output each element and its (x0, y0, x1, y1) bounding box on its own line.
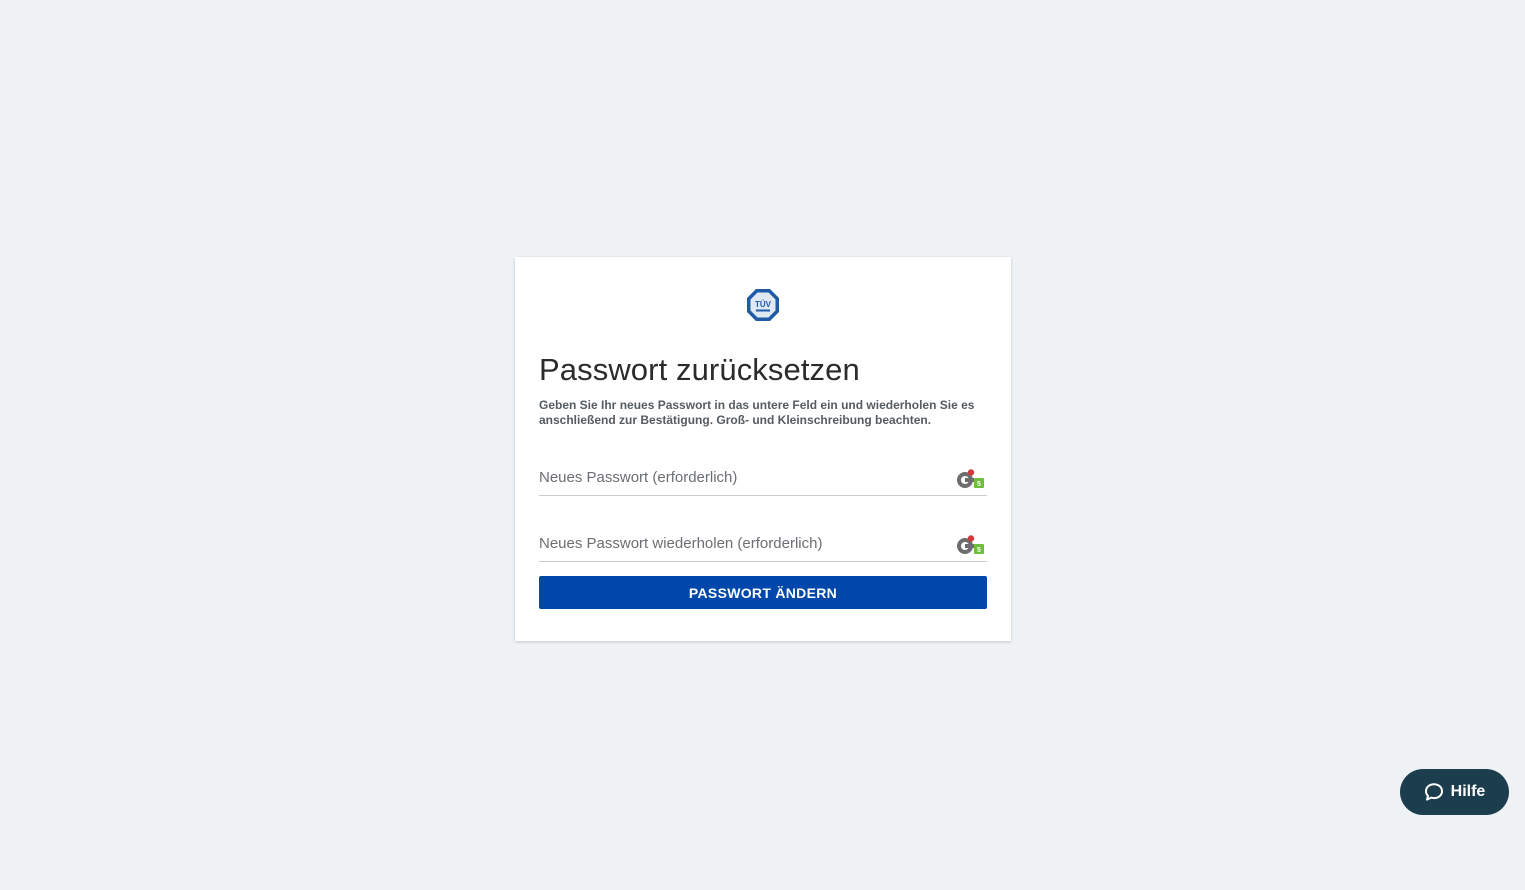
new-password-input[interactable] (539, 462, 939, 492)
repeat-password-input[interactable] (539, 528, 939, 558)
password-manager-icon[interactable]: 5 (955, 469, 985, 489)
svg-text:5: 5 (977, 481, 981, 488)
chat-bubble-icon (1424, 783, 1443, 801)
page-title: Passwort zurücksetzen (539, 352, 860, 387)
password-manager-icon[interactable]: 5 (955, 535, 985, 555)
new-password-field: 5 (539, 462, 987, 496)
instructions-text: Geben Sie Ihr neues Passwort in das unte… (539, 398, 975, 427)
change-password-button[interactable]: PASSWORT ÄNDERN (539, 576, 987, 609)
repeat-password-field: 5 (539, 528, 987, 562)
tuv-logo-icon: TÜV (747, 289, 779, 321)
svg-text:5: 5 (977, 547, 981, 554)
svg-text:TÜV: TÜV (755, 300, 772, 309)
help-label: Hilfe (1450, 783, 1486, 800)
reset-password-card: TÜV Passwort zurücksetzen Geben Sie Ihr … (515, 257, 1011, 641)
help-button[interactable]: Hilfe (1400, 769, 1509, 815)
